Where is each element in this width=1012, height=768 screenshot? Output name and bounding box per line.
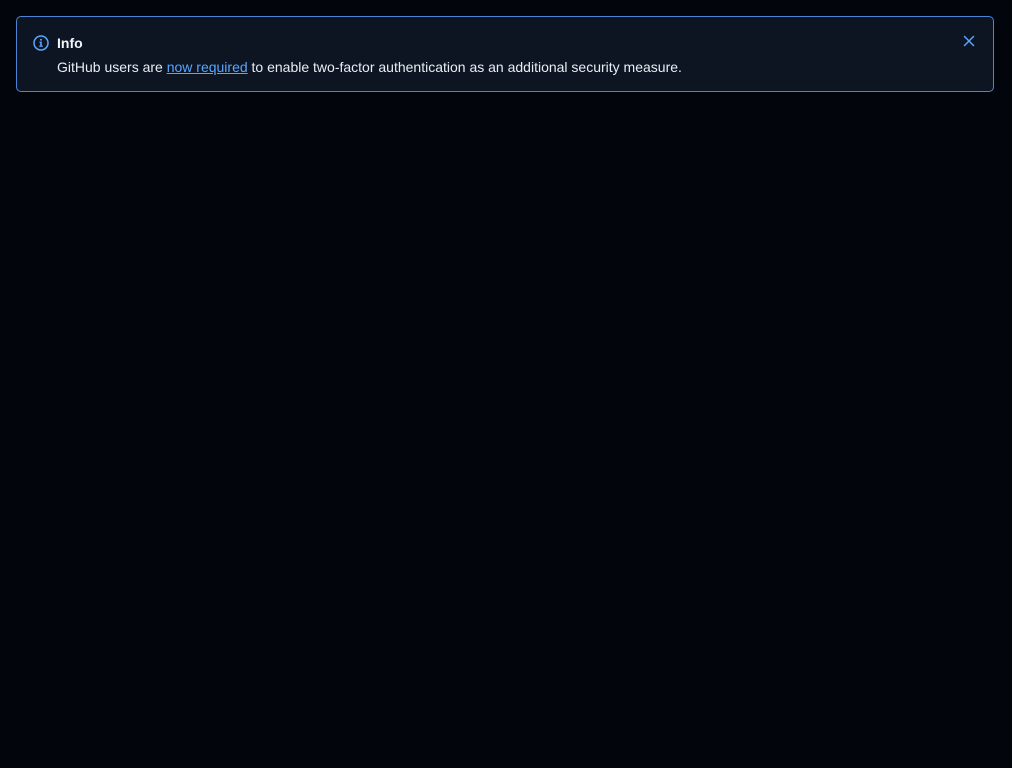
close-icon [963,35,975,47]
close-button[interactable] [959,31,979,51]
banner-title: Info [57,35,83,51]
info-icon [33,35,49,51]
banner-message-start: GitHub users are [57,59,167,75]
banner-message: GitHub users are now required to enable … [57,58,682,76]
now-required-link[interactable]: now required [167,59,248,75]
info-banner: Info GitHub users are now required to en… [16,16,994,92]
banner-message-end: to enable two-factor authentication as a… [247,59,682,75]
